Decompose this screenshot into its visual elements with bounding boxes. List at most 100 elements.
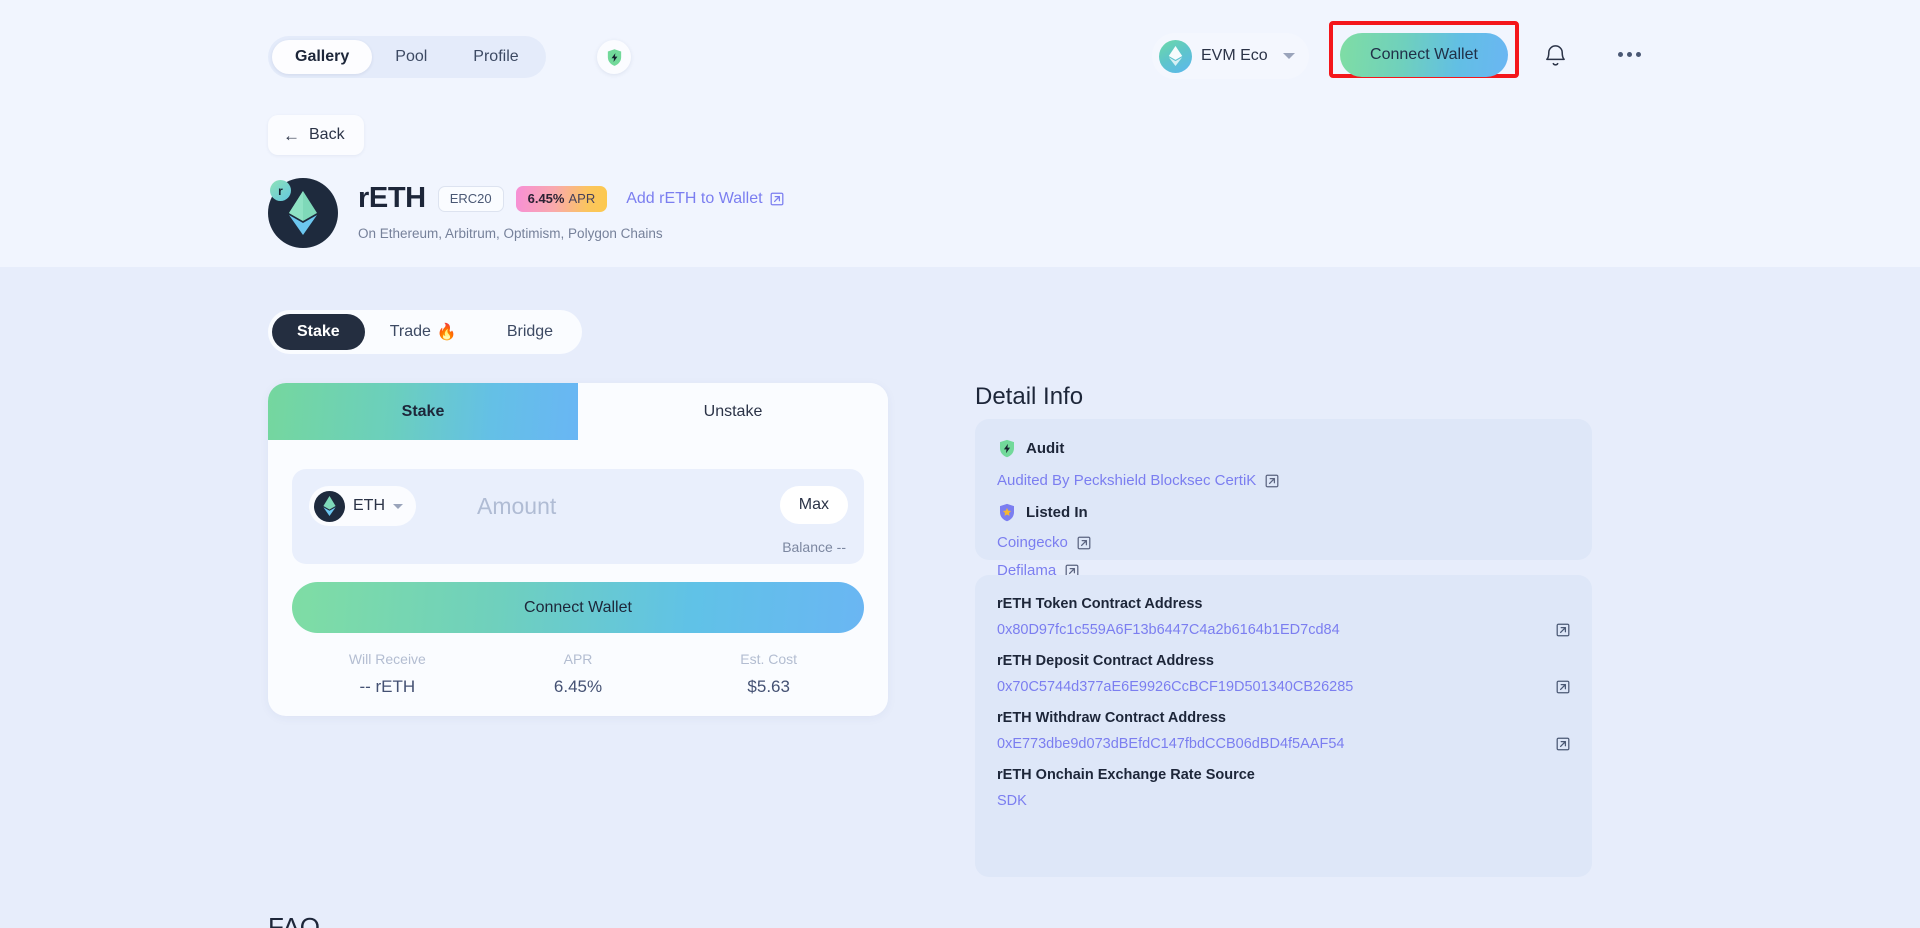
nav-item-gallery[interactable]: Gallery: [272, 40, 373, 74]
address-value-token[interactable]: 0x80D97fc1c559A6F13b6447C4a2b6164b1ED7cd…: [997, 622, 1340, 638]
listed-in-link-coingecko-label: Coingecko: [997, 534, 1068, 551]
ellipsis-icon-dot-2: [1626, 51, 1632, 57]
token-subtitle: On Ethereum, Arbitrum, Optimism, Polygon…: [358, 226, 663, 241]
token-logo-badge: r: [270, 180, 291, 201]
stat-est-cost: Est. Cost $5.63: [673, 651, 864, 697]
nav-item-pool-label: Pool: [395, 48, 428, 65]
mode-tabs: Stake Trade 🔥 Bridge: [268, 310, 583, 354]
external-link-icon: [1265, 474, 1279, 487]
address-value-withdraw[interactable]: 0xE773dbe9d073dBEfdC147fbdCCB06dBD4f5AAF…: [997, 736, 1344, 752]
shield-bolt-icon: [1000, 439, 1014, 458]
external-link-icon[interactable]: [1556, 737, 1570, 751]
back-button-label: Back: [309, 126, 345, 143]
detail-info-addresses-card: rETH Token Contract Address 0x80D97fc1c5…: [975, 575, 1592, 877]
stake-summary-stats: Will Receive -- rETH APR 6.45% Est. Cost…: [292, 651, 864, 697]
address-block-token: rETH Token Contract Address 0x80D97fc1c5…: [997, 596, 1570, 638]
tab-bridge[interactable]: Bridge: [482, 314, 578, 350]
token-select-dropdown[interactable]: ETH: [309, 486, 416, 526]
address-row-rate-source: SDK: [997, 793, 1570, 809]
tab-stake-segment-label: Stake: [401, 402, 445, 420]
token-logo: r: [268, 178, 338, 248]
ethereum-icon: [289, 191, 317, 235]
apr-badge-value: 6.45%: [527, 191, 565, 206]
chain-selector-label: EVM Eco: [1201, 47, 1268, 64]
amount-input-area: ETH Max Balance --: [292, 469, 864, 564]
back-button[interactable]: ← Back: [268, 115, 364, 155]
tab-stake-segment[interactable]: Stake: [268, 383, 578, 440]
balance-label: Balance: [782, 539, 833, 555]
apr-badge: 6.45% APR: [515, 185, 608, 212]
external-link-icon: [770, 192, 783, 205]
audit-heading-label: Audit: [1026, 440, 1065, 457]
address-label-deposit: rETH Deposit Contract Address: [997, 653, 1214, 669]
more-options-button[interactable]: [1612, 40, 1646, 68]
token-select-label: ETH: [353, 497, 385, 514]
arrow-left-icon: ←: [283, 125, 300, 145]
audit-heading: Audit: [997, 438, 1570, 459]
audit-link[interactable]: Audited By Peckshield Blocksec CertiK: [997, 472, 1570, 489]
address-block-rate-source: rETH Onchain Exchange Rate Source SDK: [997, 767, 1570, 809]
stat-apr-label: APR: [563, 651, 593, 667]
stat-apr-value: 6.45%: [553, 677, 603, 696]
nav-item-profile-label: Profile: [473, 48, 519, 65]
nav-item-gallery-label: Gallery: [295, 48, 350, 65]
tab-stake-label: Stake: [297, 323, 340, 340]
stat-est-cost-value: $5.63: [747, 677, 790, 696]
token-title-row: rETH ERC20 6.45% APR Add rETH to Wallet: [358, 182, 784, 215]
listed-in-link-coingecko[interactable]: Coingecko: [997, 534, 1570, 551]
connect-wallet-button-header-label: Connect Wallet: [1370, 46, 1478, 63]
faq-section-title: FAQ: [268, 912, 321, 928]
address-label-withdraw: rETH Withdraw Contract Address: [997, 710, 1226, 726]
address-row-withdraw: 0xE773dbe9d073dBEfdC147fbdCCB06dBD4f5AAF…: [997, 736, 1570, 752]
connect-wallet-button-main[interactable]: Connect Wallet: [292, 582, 864, 633]
nav-item-pool[interactable]: Pool: [372, 40, 450, 74]
tab-unstake-segment-label: Unstake: [703, 402, 763, 420]
amount-input[interactable]: [477, 486, 787, 526]
external-link-icon[interactable]: [1556, 623, 1570, 637]
stat-apr: APR 6.45%: [483, 651, 674, 697]
token-standard-badge: ERC20: [437, 185, 504, 212]
stake-panel: Stake Unstake ETH Max Balance -- Connect: [268, 383, 888, 716]
address-block-withdraw: rETH Withdraw Contract Address 0xE773dbe…: [997, 710, 1570, 752]
stat-will-receive-value: -- rETH: [359, 677, 416, 696]
page-title: rETH: [358, 182, 426, 214]
bell-icon: [1545, 44, 1565, 66]
balance-value: --: [836, 539, 846, 555]
stat-will-receive: Will Receive -- rETH: [292, 651, 483, 697]
fire-icon: 🔥: [436, 324, 457, 341]
tab-unstake-segment[interactable]: Unstake: [578, 383, 888, 440]
shield-bolt-badge-button[interactable]: [597, 40, 631, 74]
address-value-rate-source[interactable]: SDK: [997, 793, 1027, 809]
primary-nav: Gallery Pool Profile: [268, 36, 546, 78]
tab-trade[interactable]: Trade 🔥: [365, 314, 482, 350]
address-value-deposit[interactable]: 0x70C5744d377aE6E9926CcBCF19D501340CB262…: [997, 679, 1353, 695]
ethereum-icon: [314, 490, 345, 522]
listed-in-heading: Listed In: [997, 502, 1570, 523]
add-token-to-wallet-link[interactable]: Add rETH to Wallet: [626, 190, 783, 208]
external-link-icon: [1077, 536, 1091, 549]
address-row-deposit: 0x70C5744d377aE6E9926CcBCF19D501340CB262…: [997, 679, 1570, 695]
max-button-label: Max: [798, 496, 829, 513]
token-meta: rETH ERC20 6.45% APR Add rETH to Wallet …: [358, 178, 784, 248]
connect-wallet-button-header[interactable]: Connect Wallet: [1340, 33, 1508, 77]
chain-selector[interactable]: EVM Eco: [1152, 33, 1309, 79]
tab-bridge-label: Bridge: [506, 323, 554, 340]
shield-star-icon: [1000, 503, 1014, 522]
external-link-icon[interactable]: [1556, 680, 1570, 694]
max-button[interactable]: Max: [779, 486, 848, 524]
ellipsis-icon-dot-1: [1617, 51, 1623, 57]
ellipsis-icon-dot-3: [1635, 51, 1641, 57]
detail-info-audit-card: Audit Audited By Peckshield Blocksec Cer…: [975, 419, 1592, 579]
add-token-to-wallet-label: Add rETH to Wallet: [626, 189, 763, 207]
token-header: r rETH ERC20 6.45% APR Add rETH to Walle…: [268, 178, 784, 248]
notifications-button[interactable]: [1538, 38, 1572, 72]
address-block-deposit: rETH Deposit Contract Address 0x70C5744d…: [997, 653, 1570, 695]
nav-item-profile[interactable]: Profile: [450, 40, 541, 74]
address-label-token: rETH Token Contract Address: [997, 596, 1203, 612]
audit-link-label: Audited By Peckshield Blocksec CertiK: [997, 472, 1257, 489]
ethereum-icon: [1159, 39, 1192, 73]
chevron-down-icon: [393, 503, 403, 509]
tab-trade-label: Trade: [389, 323, 431, 340]
tab-stake[interactable]: Stake: [272, 314, 365, 350]
stat-will-receive-label: Will Receive: [348, 651, 426, 667]
